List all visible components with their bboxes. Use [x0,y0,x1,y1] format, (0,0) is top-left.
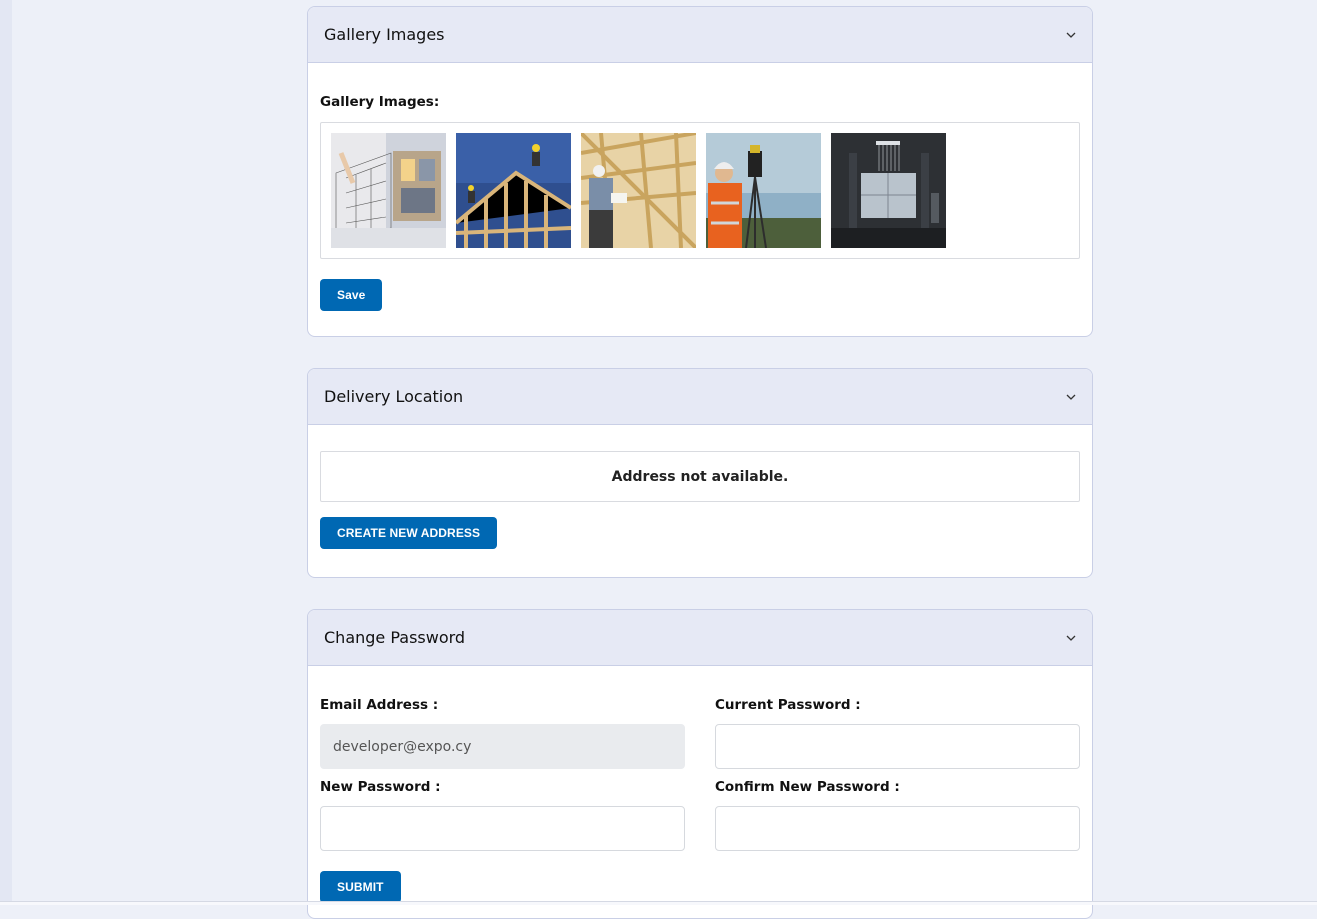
email-label: Email Address : [320,697,439,713]
change-password-card: Change Password Email Address : develope… [307,609,1093,919]
new-password-input[interactable] [320,806,685,851]
new-password-label: New Password : [320,779,441,795]
bottom-scroll-edge [0,901,1317,905]
change-password-header[interactable]: Change Password [308,610,1092,666]
current-password-input[interactable] [715,724,1080,769]
save-button[interactable]: Save [320,279,383,311]
create-new-address-button[interactable]: CREATE NEW ADDRESS [320,517,498,549]
submit-button[interactable]: SUBMIT [320,871,401,903]
chevron-down-icon[interactable] [1064,631,1078,645]
gallery-thumb[interactable] [331,133,446,248]
chevron-down-icon[interactable] [1064,28,1078,42]
gallery-thumb[interactable] [456,133,571,248]
gallery-header[interactable]: Gallery Images [308,7,1092,63]
confirm-password-label: Confirm New Password : [715,779,900,795]
delivery-title: Delivery Location [324,387,464,406]
gallery-images-box [320,122,1080,259]
gallery-card: Gallery Images Gallery Images: Save [307,6,1093,337]
delivery-card: Delivery Location Address not available.… [307,368,1093,578]
current-password-label: Current Password : [715,697,861,713]
email-field: developer@expo.cy [320,724,685,769]
gallery-title: Gallery Images [324,25,445,44]
left-sidebar-strip [0,0,12,905]
confirm-password-input[interactable] [715,806,1080,851]
gallery-thumb[interactable] [581,133,696,248]
chevron-down-icon[interactable] [1064,390,1078,404]
gallery-label: Gallery Images: [320,94,440,110]
address-empty-state: Address not available. [320,451,1080,502]
change-password-title: Change Password [324,628,466,647]
gallery-thumb[interactable] [706,133,821,248]
gallery-thumb[interactable] [831,133,946,248]
delivery-header[interactable]: Delivery Location [308,369,1092,425]
